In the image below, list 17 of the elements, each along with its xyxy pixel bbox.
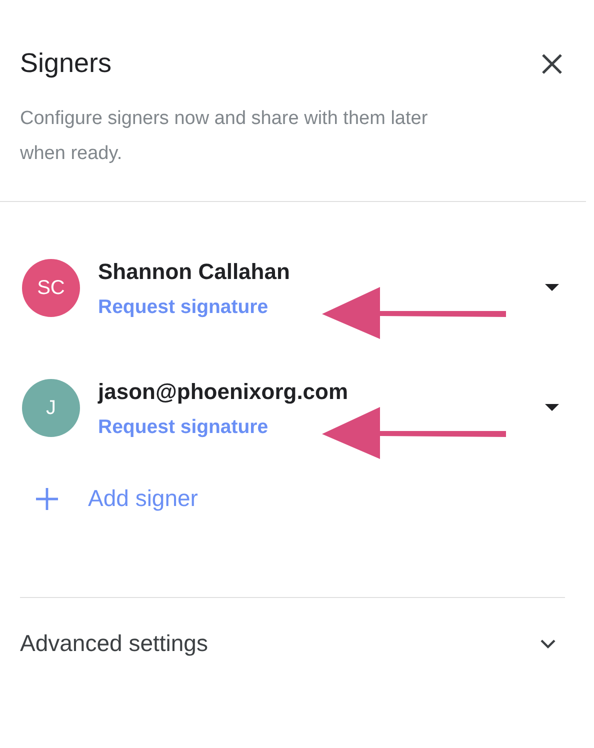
avatar: J bbox=[22, 379, 80, 437]
request-signature-link[interactable]: Request signature bbox=[98, 296, 268, 318]
dropdown-button[interactable] bbox=[544, 403, 560, 413]
add-signer-button[interactable]: Add signer bbox=[36, 485, 198, 512]
caret-icon bbox=[544, 403, 560, 412]
caret-icon bbox=[544, 283, 560, 292]
dropdown-button[interactable] bbox=[544, 283, 560, 293]
request-signature-link[interactable]: Request signature bbox=[98, 416, 268, 438]
close-icon bbox=[541, 52, 563, 74]
avatar: SC bbox=[22, 259, 80, 317]
chevron-icon bbox=[540, 638, 556, 648]
plus-icon bbox=[36, 488, 58, 510]
panel-description: Configure signers now and share with them later when ready. bbox=[20, 107, 429, 166]
signer-name: jason@phoenixorg.com bbox=[98, 378, 350, 404]
advanced-settings-toggle[interactable]: Advanced settings bbox=[0, 630, 594, 657]
signer-name: Shannon Callahan bbox=[98, 258, 291, 284]
panel-title: Signers bbox=[20, 48, 112, 79]
